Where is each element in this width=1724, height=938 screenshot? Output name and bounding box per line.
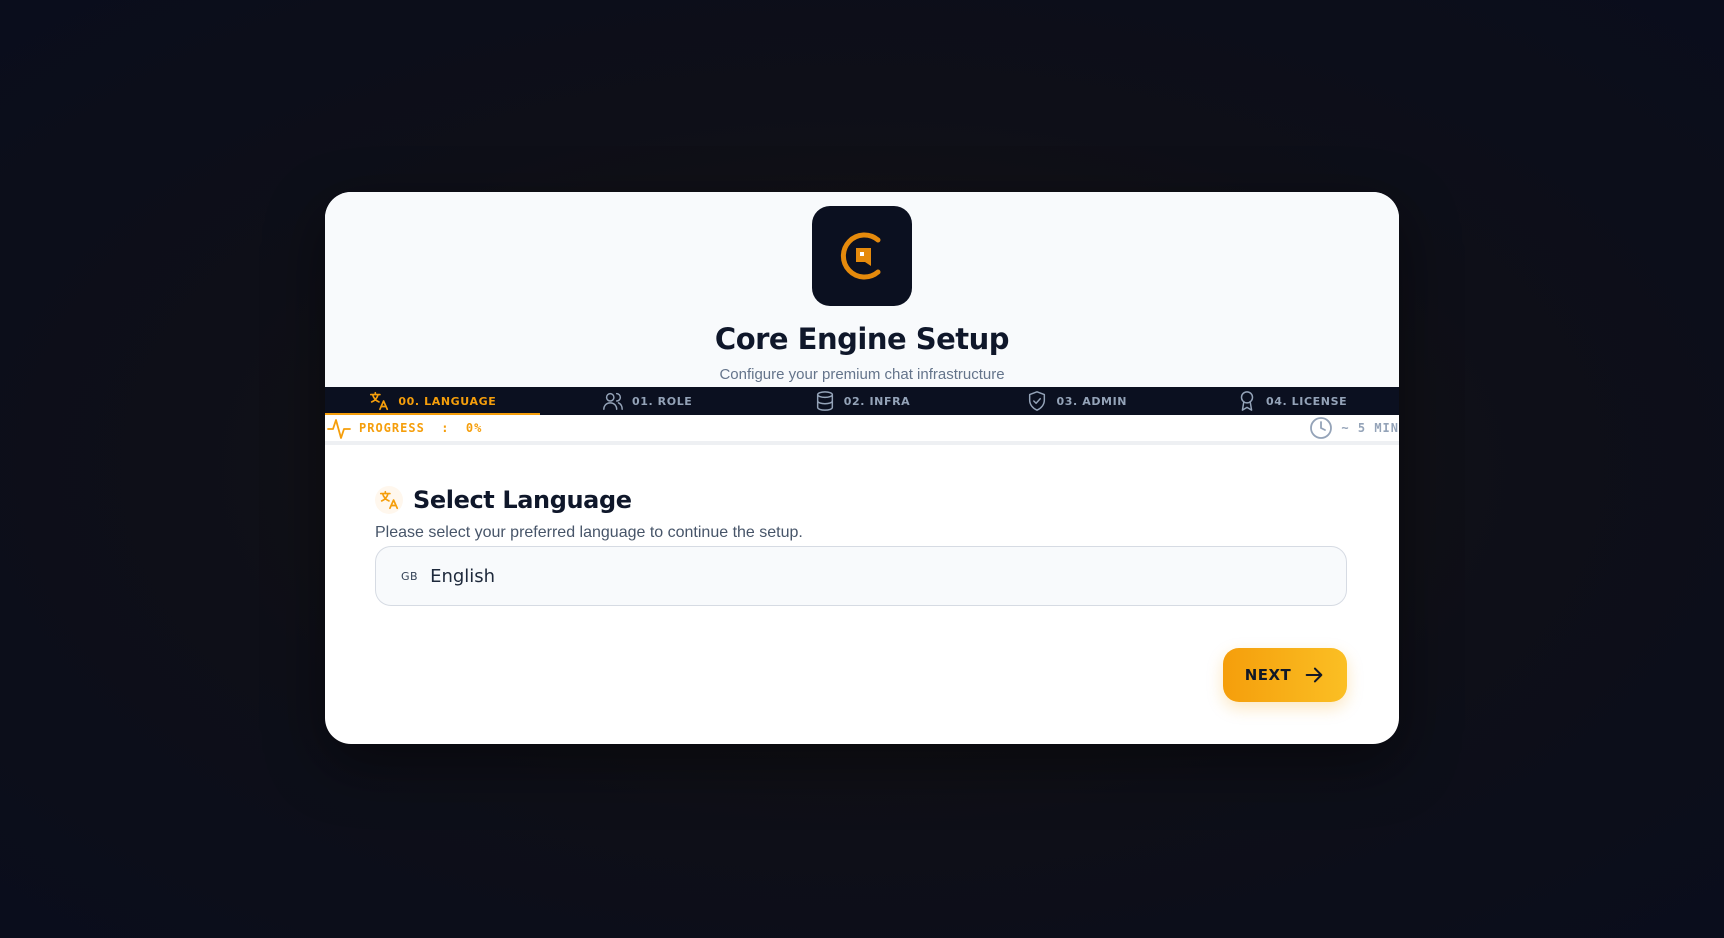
page-title: Core Engine Setup <box>714 322 1010 356</box>
clock-icon <box>1310 417 1333 439</box>
users-icon <box>603 392 623 410</box>
stepper: 00. LANGUAGE 01. ROLE 02. INFRA 03. ADMI… <box>325 387 1399 415</box>
section-header: Select Language <box>375 486 632 514</box>
step-admin[interactable]: 03. ADMIN <box>969 387 1184 415</box>
next-button-label: NEXT <box>1244 666 1292 684</box>
setup-card: Core Engine Setup Configure your premium… <box>325 192 1399 744</box>
step-label: 00. LANGUAGE <box>398 394 497 408</box>
database-icon <box>816 391 833 411</box>
app-logo <box>812 206 912 306</box>
step-label: 03. ADMIN <box>1056 394 1128 408</box>
arrow-right-icon <box>1305 667 1323 683</box>
progress-bar: PROGRESS : 0% ~ 5 MIN <box>325 415 1399 445</box>
activity-icon <box>327 419 351 439</box>
next-button[interactable]: NEXT <box>1223 648 1347 702</box>
translate-icon <box>379 490 399 510</box>
step-label: 02. INFRA <box>843 394 911 408</box>
eta-label: ~ 5 MIN <box>1341 421 1399 435</box>
page-subtitle: Configure your premium chat infrastructu… <box>719 366 1005 383</box>
progress-label: PROGRESS : 0% <box>359 421 483 435</box>
section-icon-wrap <box>375 486 403 514</box>
translate-icon <box>370 391 389 411</box>
language-select[interactable]: GB English <box>375 546 1347 606</box>
chat-engine-logo-icon <box>840 232 881 280</box>
step-infra[interactable]: 02. INFRA <box>755 387 970 415</box>
flag-code: GB <box>401 569 419 583</box>
shield-check-icon <box>1029 391 1046 411</box>
step-language[interactable]: 00. LANGUAGE <box>325 387 540 415</box>
section-description: Please select your preferred language to… <box>375 524 803 541</box>
step-label: 01. ROLE <box>631 394 693 408</box>
progress-indicator: PROGRESS : 0% <box>325 417 482 439</box>
step-license[interactable]: 04. LICENSE <box>1184 387 1399 415</box>
language-value: English <box>430 565 496 587</box>
section-title: Select Language <box>413 486 632 514</box>
step-label: 04. LICENSE <box>1265 394 1348 408</box>
eta-indicator: ~ 5 MIN <box>1309 416 1399 440</box>
step-role[interactable]: 01. ROLE <box>540 387 755 415</box>
award-icon <box>1240 391 1254 411</box>
